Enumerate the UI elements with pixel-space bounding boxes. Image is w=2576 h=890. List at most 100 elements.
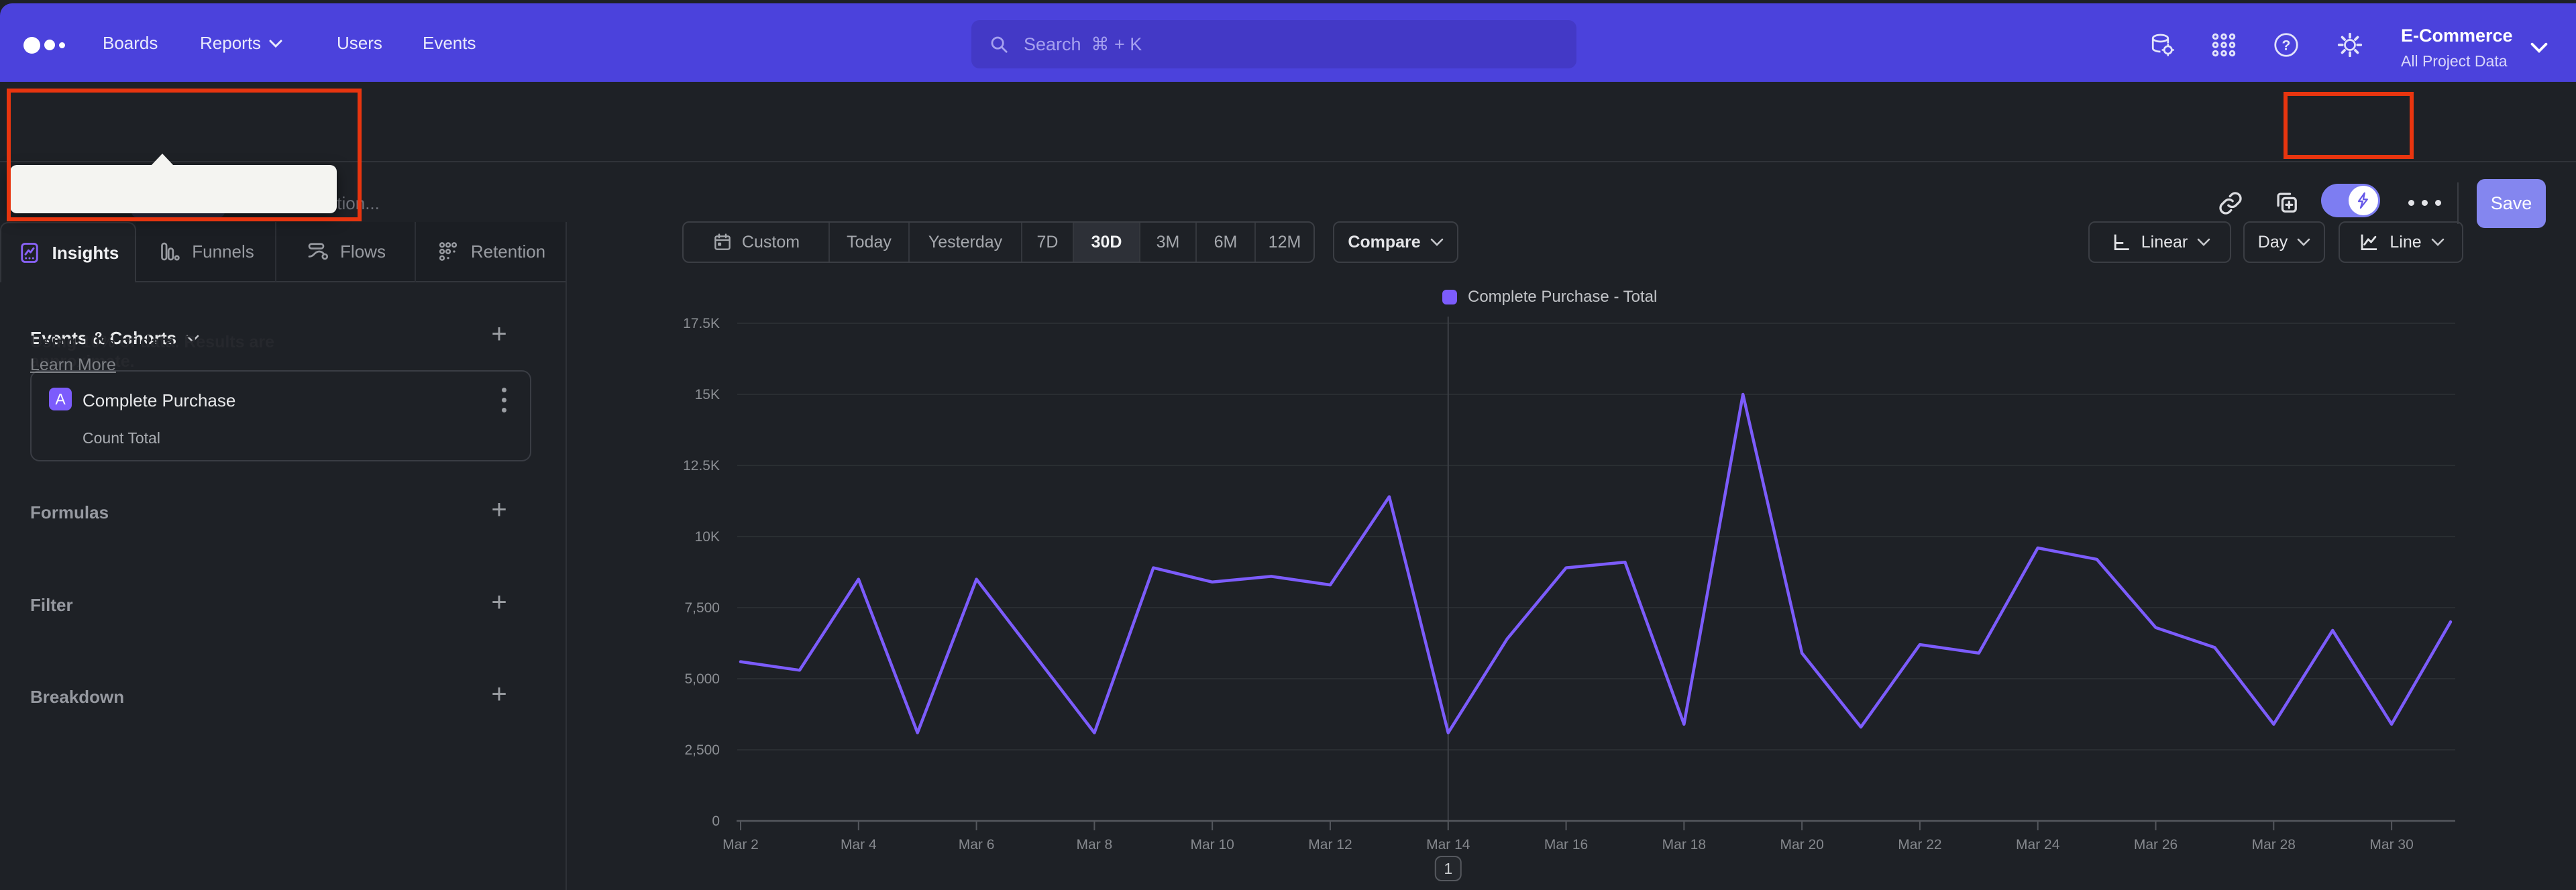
range-yesterday[interactable]: Yesterday	[910, 223, 1022, 262]
nav-label: Reports	[200, 33, 262, 53]
lightning-bolt-icon	[2357, 192, 2368, 209]
retention-icon	[439, 242, 457, 261]
top-navbar: Boards Reports Users Events Search ⌘ + K…	[0, 3, 2576, 82]
svg-text:Mar 26: Mar 26	[2134, 837, 2178, 852]
nav-item-users[interactable]: Users	[337, 33, 382, 54]
svg-text:7,500: 7,500	[684, 600, 720, 616]
range-12m[interactable]: 12M	[1256, 223, 1313, 262]
insights-icon	[20, 243, 38, 263]
svg-text:Mar 4: Mar 4	[841, 837, 877, 852]
svg-text:12.5K: 12.5K	[683, 458, 720, 474]
chevron-down-icon	[269, 40, 282, 48]
range-3m[interactable]: 3M	[1140, 223, 1197, 262]
event-card[interactable]	[30, 370, 531, 461]
nav-item-reports[interactable]: Reports	[200, 33, 282, 54]
share-link-icon[interactable]	[2218, 190, 2243, 216]
range-label: 30D	[1091, 232, 1122, 252]
calendar-icon	[714, 233, 731, 250]
funnels-icon	[161, 242, 180, 261]
report-type-tabs: Insights Funnels Flows Retention	[0, 222, 566, 282]
learn-more-link[interactable]: Learn More	[30, 355, 116, 375]
add-formula-button[interactable]: +	[484, 496, 514, 523]
search-input[interactable]	[1022, 33, 1559, 56]
nav-item-boards[interactable]: Boards	[103, 33, 158, 54]
svg-text:Mar 24: Mar 24	[2016, 837, 2060, 852]
svg-text:Mar 30: Mar 30	[2369, 837, 2413, 852]
app-logo-icon	[59, 42, 65, 48]
nav-label: Boards	[103, 33, 158, 53]
range-custom[interactable]: Custom	[684, 223, 830, 262]
formulas-section: Formulas	[30, 502, 109, 523]
event-series-badge: A	[49, 388, 72, 410]
chevron-down-icon	[2431, 238, 2444, 246]
svg-text:17.5K: 17.5K	[683, 316, 720, 331]
add-filter-button[interactable]: +	[484, 589, 514, 616]
range-label: 7D	[1036, 232, 1059, 252]
chevron-down-icon	[1430, 238, 1443, 246]
svg-text:?: ?	[2282, 38, 2291, 54]
add-event-button[interactable]: +	[484, 321, 514, 347]
svg-text:15K: 15K	[695, 387, 720, 402]
svg-text:Mar 10: Mar 10	[1190, 837, 1234, 852]
chevron-down-icon	[2530, 42, 2548, 53]
add-breakdown-button[interactable]: +	[484, 681, 514, 708]
divider	[566, 222, 567, 890]
svg-text:Mar 8: Mar 8	[1077, 837, 1113, 852]
svg-text:Mar 16: Mar 16	[1544, 837, 1588, 852]
apps-grid-icon[interactable]	[2210, 32, 2237, 58]
chevron-down-icon	[2297, 238, 2310, 246]
app-logo-icon[interactable]	[23, 37, 40, 54]
svg-text:Mar 28: Mar 28	[2252, 837, 2296, 852]
global-search[interactable]	[971, 20, 1576, 68]
svg-text:Mar 2: Mar 2	[722, 837, 759, 852]
linear-scale-icon	[2114, 234, 2129, 251]
add-to-board-icon[interactable]	[2273, 189, 2299, 215]
scale-dropdown[interactable]: Linear	[2088, 221, 2231, 263]
settings-gear-icon[interactable]	[2337, 32, 2363, 58]
tab-retention[interactable]: Retention	[416, 222, 566, 282]
range-today[interactable]: Today	[830, 223, 910, 262]
divider	[2457, 182, 2459, 224]
nav-item-events[interactable]: Events	[423, 33, 476, 54]
save-button[interactable]: Save	[2477, 179, 2546, 228]
event-metric[interactable]: Count Total	[83, 429, 160, 447]
range-label: Yesterday	[928, 232, 1003, 252]
svg-text:5,000: 5,000	[684, 671, 720, 687]
tab-insights[interactable]: Insights	[0, 222, 136, 282]
svg-text:Mar 22: Mar 22	[1898, 837, 1941, 852]
chevron-down-icon	[2197, 238, 2210, 246]
range-label: 6M	[1214, 232, 1238, 252]
range-label: 12M	[1268, 232, 1301, 252]
tab-funnels[interactable]: Funnels	[136, 222, 276, 282]
event-options-kebab[interactable]	[502, 388, 506, 412]
svg-text:2,500: 2,500	[684, 742, 720, 758]
range-6m[interactable]: 6M	[1197, 223, 1256, 262]
svg-text:1: 1	[1444, 860, 1452, 877]
section-label: Breakdown	[30, 687, 125, 707]
tab-flows[interactable]: Flows	[276, 222, 416, 282]
svg-text:0: 0	[712, 814, 720, 829]
mixpanel-insights-app: Boards Reports Users Events Search ⌘ + K…	[0, 0, 2576, 890]
range-7d[interactable]: 7D	[1022, 223, 1074, 262]
toggle-knob	[2349, 186, 2378, 215]
nav-label: Events	[423, 33, 476, 53]
compare-button[interactable]: Compare	[1333, 221, 1458, 263]
svg-text:Mar 12: Mar 12	[1308, 837, 1352, 852]
data-management-icon[interactable]	[2149, 32, 2176, 58]
interval-label: Day	[2257, 232, 2288, 252]
project-scope: All Project Data	[2401, 52, 2508, 70]
svg-text:Mar 20: Mar 20	[1780, 837, 1823, 852]
more-options-button[interactable]	[2408, 200, 2441, 206]
app-logo-icon	[44, 40, 55, 50]
sampling-toggle[interactable]	[2321, 184, 2380, 217]
svg-text:Mar 6: Mar 6	[959, 837, 995, 852]
search-icon	[991, 36, 1008, 53]
range-30d[interactable]: 30D	[1074, 223, 1140, 262]
help-icon[interactable]: ?	[2273, 32, 2300, 58]
interval-dropdown[interactable]: Day	[2243, 221, 2325, 263]
event-name[interactable]: Complete Purchase	[83, 390, 235, 411]
chart-type-dropdown[interactable]: Line	[2339, 221, 2463, 263]
svg-text:Mar 14: Mar 14	[1426, 837, 1470, 852]
range-label: Custom	[741, 232, 800, 252]
nav-label: Users	[337, 33, 382, 53]
